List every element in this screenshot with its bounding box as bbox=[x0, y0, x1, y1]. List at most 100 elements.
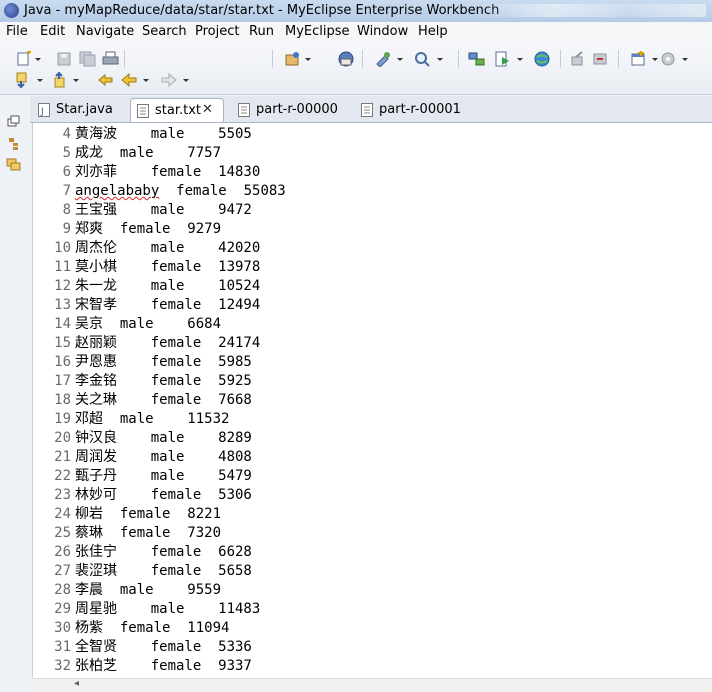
menu-myeclipse[interactable]: MyEclipse bbox=[285, 24, 350, 39]
tab-star-java[interactable]: J Star.java bbox=[32, 98, 128, 121]
editor-line[interactable]: 30 杨紫 female 11094 bbox=[33, 619, 712, 638]
dropdown-icon[interactable] bbox=[396, 51, 404, 67]
run-icon[interactable] bbox=[494, 51, 512, 67]
tab-star-txt[interactable]: star.txt ✕ bbox=[130, 98, 224, 122]
debug-server-icon[interactable] bbox=[592, 51, 610, 67]
line-text: 宋智孝 female 12494 bbox=[75, 297, 261, 313]
save-icon[interactable] bbox=[56, 51, 74, 67]
line-number: 24 bbox=[54, 506, 71, 522]
open-type-icon[interactable] bbox=[374, 51, 392, 67]
editor-line[interactable]: 10 周杰伦 male 42020 bbox=[33, 239, 712, 258]
line-number: 20 bbox=[54, 430, 71, 446]
tab-label: star.txt bbox=[155, 103, 202, 118]
menu-file[interactable]: File bbox=[6, 24, 28, 39]
editor-line[interactable]: 29 周星驰 male 11483 bbox=[33, 600, 712, 619]
tab-part-r-00000[interactable]: part-r-00000 bbox=[232, 98, 352, 121]
window-title-bar: Java - myMapReduce/data/star/star.txt - … bbox=[0, 0, 712, 23]
editor-line[interactable]: 31 全智贤 female 5336 bbox=[33, 638, 712, 657]
editor-line[interactable]: 16 尹恩惠 female 5985 bbox=[33, 353, 712, 372]
tab-part-r-00001[interactable]: part-r-00001 bbox=[355, 98, 475, 121]
new-window-icon[interactable] bbox=[630, 51, 648, 67]
back-icon[interactable] bbox=[120, 72, 138, 88]
dropdown-icon[interactable] bbox=[304, 51, 312, 67]
line-text: 李金铭 female 5925 bbox=[75, 373, 252, 389]
editor-line[interactable]: 24 柳岩 female 8221 bbox=[33, 505, 712, 524]
editor-line[interactable]: 23 林妙可 female 5306 bbox=[33, 486, 712, 505]
line-number: 14 bbox=[54, 316, 71, 332]
editor-line[interactable]: 14 吴京 male 6684 bbox=[33, 315, 712, 334]
editor-line[interactable]: 5 成龙 male 7757 bbox=[33, 144, 712, 163]
extension-icon[interactable] bbox=[660, 51, 678, 67]
restore-icon[interactable] bbox=[6, 115, 24, 131]
line-text: 王宝强 male 9472 bbox=[75, 202, 252, 218]
menu-help[interactable]: Help bbox=[418, 24, 448, 39]
editor-line[interactable]: 4 黄海波 male 5505 bbox=[33, 125, 712, 144]
hierarchy-icon[interactable] bbox=[6, 137, 24, 153]
editor-line[interactable]: 26 张佳宁 female 6628 bbox=[33, 543, 712, 562]
editor-line[interactable]: 11 莫小棋 female 13978 bbox=[33, 258, 712, 277]
close-icon[interactable]: ✕ bbox=[202, 102, 213, 117]
scroll-left-icon[interactable]: ◂ bbox=[74, 678, 79, 689]
editor-line[interactable]: 15 赵丽颖 female 24174 bbox=[33, 334, 712, 353]
dropdown-icon[interactable] bbox=[34, 51, 42, 67]
line-text: 吴京 male 6684 bbox=[75, 316, 222, 332]
editor-line[interactable]: 21 周润发 male 4808 bbox=[33, 448, 712, 467]
next-annotation-icon[interactable] bbox=[14, 72, 32, 88]
line-text: 尹恩惠 female 5985 bbox=[75, 354, 252, 370]
editor-line[interactable]: 12 朱一龙 male 10524 bbox=[33, 277, 712, 296]
line-text: 成龙 male 7757 bbox=[75, 145, 222, 161]
horizontal-scrollbar[interactable]: ◂ bbox=[32, 678, 712, 692]
print-icon[interactable] bbox=[102, 51, 120, 67]
editor-line[interactable]: 9 郑爽 female 9279 bbox=[33, 220, 712, 239]
text-editor[interactable]: 4 黄海波 male 5505 5 成龙 male 7757 6 刘亦菲 female 1… bbox=[32, 123, 712, 678]
dropdown-icon[interactable] bbox=[436, 51, 444, 67]
editor-line[interactable]: 32 张柏芝 female 9337 bbox=[33, 657, 712, 676]
editor-line[interactable]: 19 邓超 male 11532 bbox=[33, 410, 712, 429]
line-text: 黄海波 male 5505 bbox=[75, 126, 252, 142]
editor-line[interactable]: 22 甄子丹 male 5479 bbox=[33, 467, 712, 486]
dropdown-icon[interactable] bbox=[182, 72, 190, 88]
editor-line[interactable]: 7 angelababy female 55083 bbox=[33, 182, 712, 201]
editor-line[interactable]: 20 钟汉良 male 8289 bbox=[33, 429, 712, 448]
dropdown-icon[interactable] bbox=[516, 51, 524, 67]
dropdown-icon[interactable] bbox=[36, 72, 44, 88]
line-number: 17 bbox=[54, 373, 71, 389]
editor-line[interactable]: 8 王宝强 male 9472 bbox=[33, 201, 712, 220]
menu-navigate[interactable]: Navigate bbox=[76, 24, 134, 39]
dropdown-icon[interactable] bbox=[651, 51, 659, 67]
package-explorer-icon[interactable] bbox=[6, 157, 24, 173]
spelling-error-underline: angelababy bbox=[75, 183, 160, 199]
java-server-icon[interactable] bbox=[337, 51, 355, 67]
dropdown-icon[interactable] bbox=[142, 72, 150, 88]
new-java-project-icon[interactable] bbox=[284, 51, 302, 67]
line-number: 7 bbox=[62, 183, 71, 199]
menu-search[interactable]: Search bbox=[142, 24, 187, 39]
menu-project[interactable]: Project bbox=[195, 24, 239, 39]
external-tools-icon[interactable] bbox=[570, 51, 588, 67]
globe-icon[interactable] bbox=[534, 51, 552, 67]
prev-annotation-icon[interactable] bbox=[52, 72, 70, 88]
line-number: 16 bbox=[54, 354, 71, 370]
editor-line[interactable]: 13 宋智孝 female 12494 bbox=[33, 296, 712, 315]
line-text: 林妙可 female 5306 bbox=[75, 487, 252, 503]
new-wizard-icon[interactable] bbox=[16, 51, 34, 67]
editor-line[interactable]: 6 刘亦菲 female 14830 bbox=[33, 163, 712, 182]
editor-line[interactable]: 27 裴涩琪 female 5658 bbox=[33, 562, 712, 581]
editor-line[interactable]: 25 蔡琳 female 7320 bbox=[33, 524, 712, 543]
dropdown-icon[interactable] bbox=[681, 51, 689, 67]
dropdown-icon[interactable] bbox=[72, 72, 80, 88]
line-number: 13 bbox=[54, 297, 71, 313]
editor-line[interactable]: 28 李晨 male 9559 bbox=[33, 581, 712, 600]
editor-line[interactable]: 17 李金铭 female 5925 bbox=[33, 372, 712, 391]
menu-edit[interactable]: Edit bbox=[40, 24, 65, 39]
menu-window[interactable]: Window bbox=[357, 24, 408, 39]
open-web-browser-icon[interactable] bbox=[468, 51, 486, 67]
forward-icon[interactable] bbox=[160, 72, 178, 88]
save-all-icon[interactable] bbox=[79, 51, 97, 67]
editor-line[interactable]: 18 关之琳 female 7668 bbox=[33, 391, 712, 410]
line-number: 11 bbox=[54, 259, 71, 275]
search-icon[interactable] bbox=[414, 51, 432, 67]
menu-bar: File Edit Navigate Search Project Run My… bbox=[0, 22, 712, 42]
last-edit-icon[interactable] bbox=[96, 72, 114, 88]
menu-run[interactable]: Run bbox=[249, 24, 274, 39]
